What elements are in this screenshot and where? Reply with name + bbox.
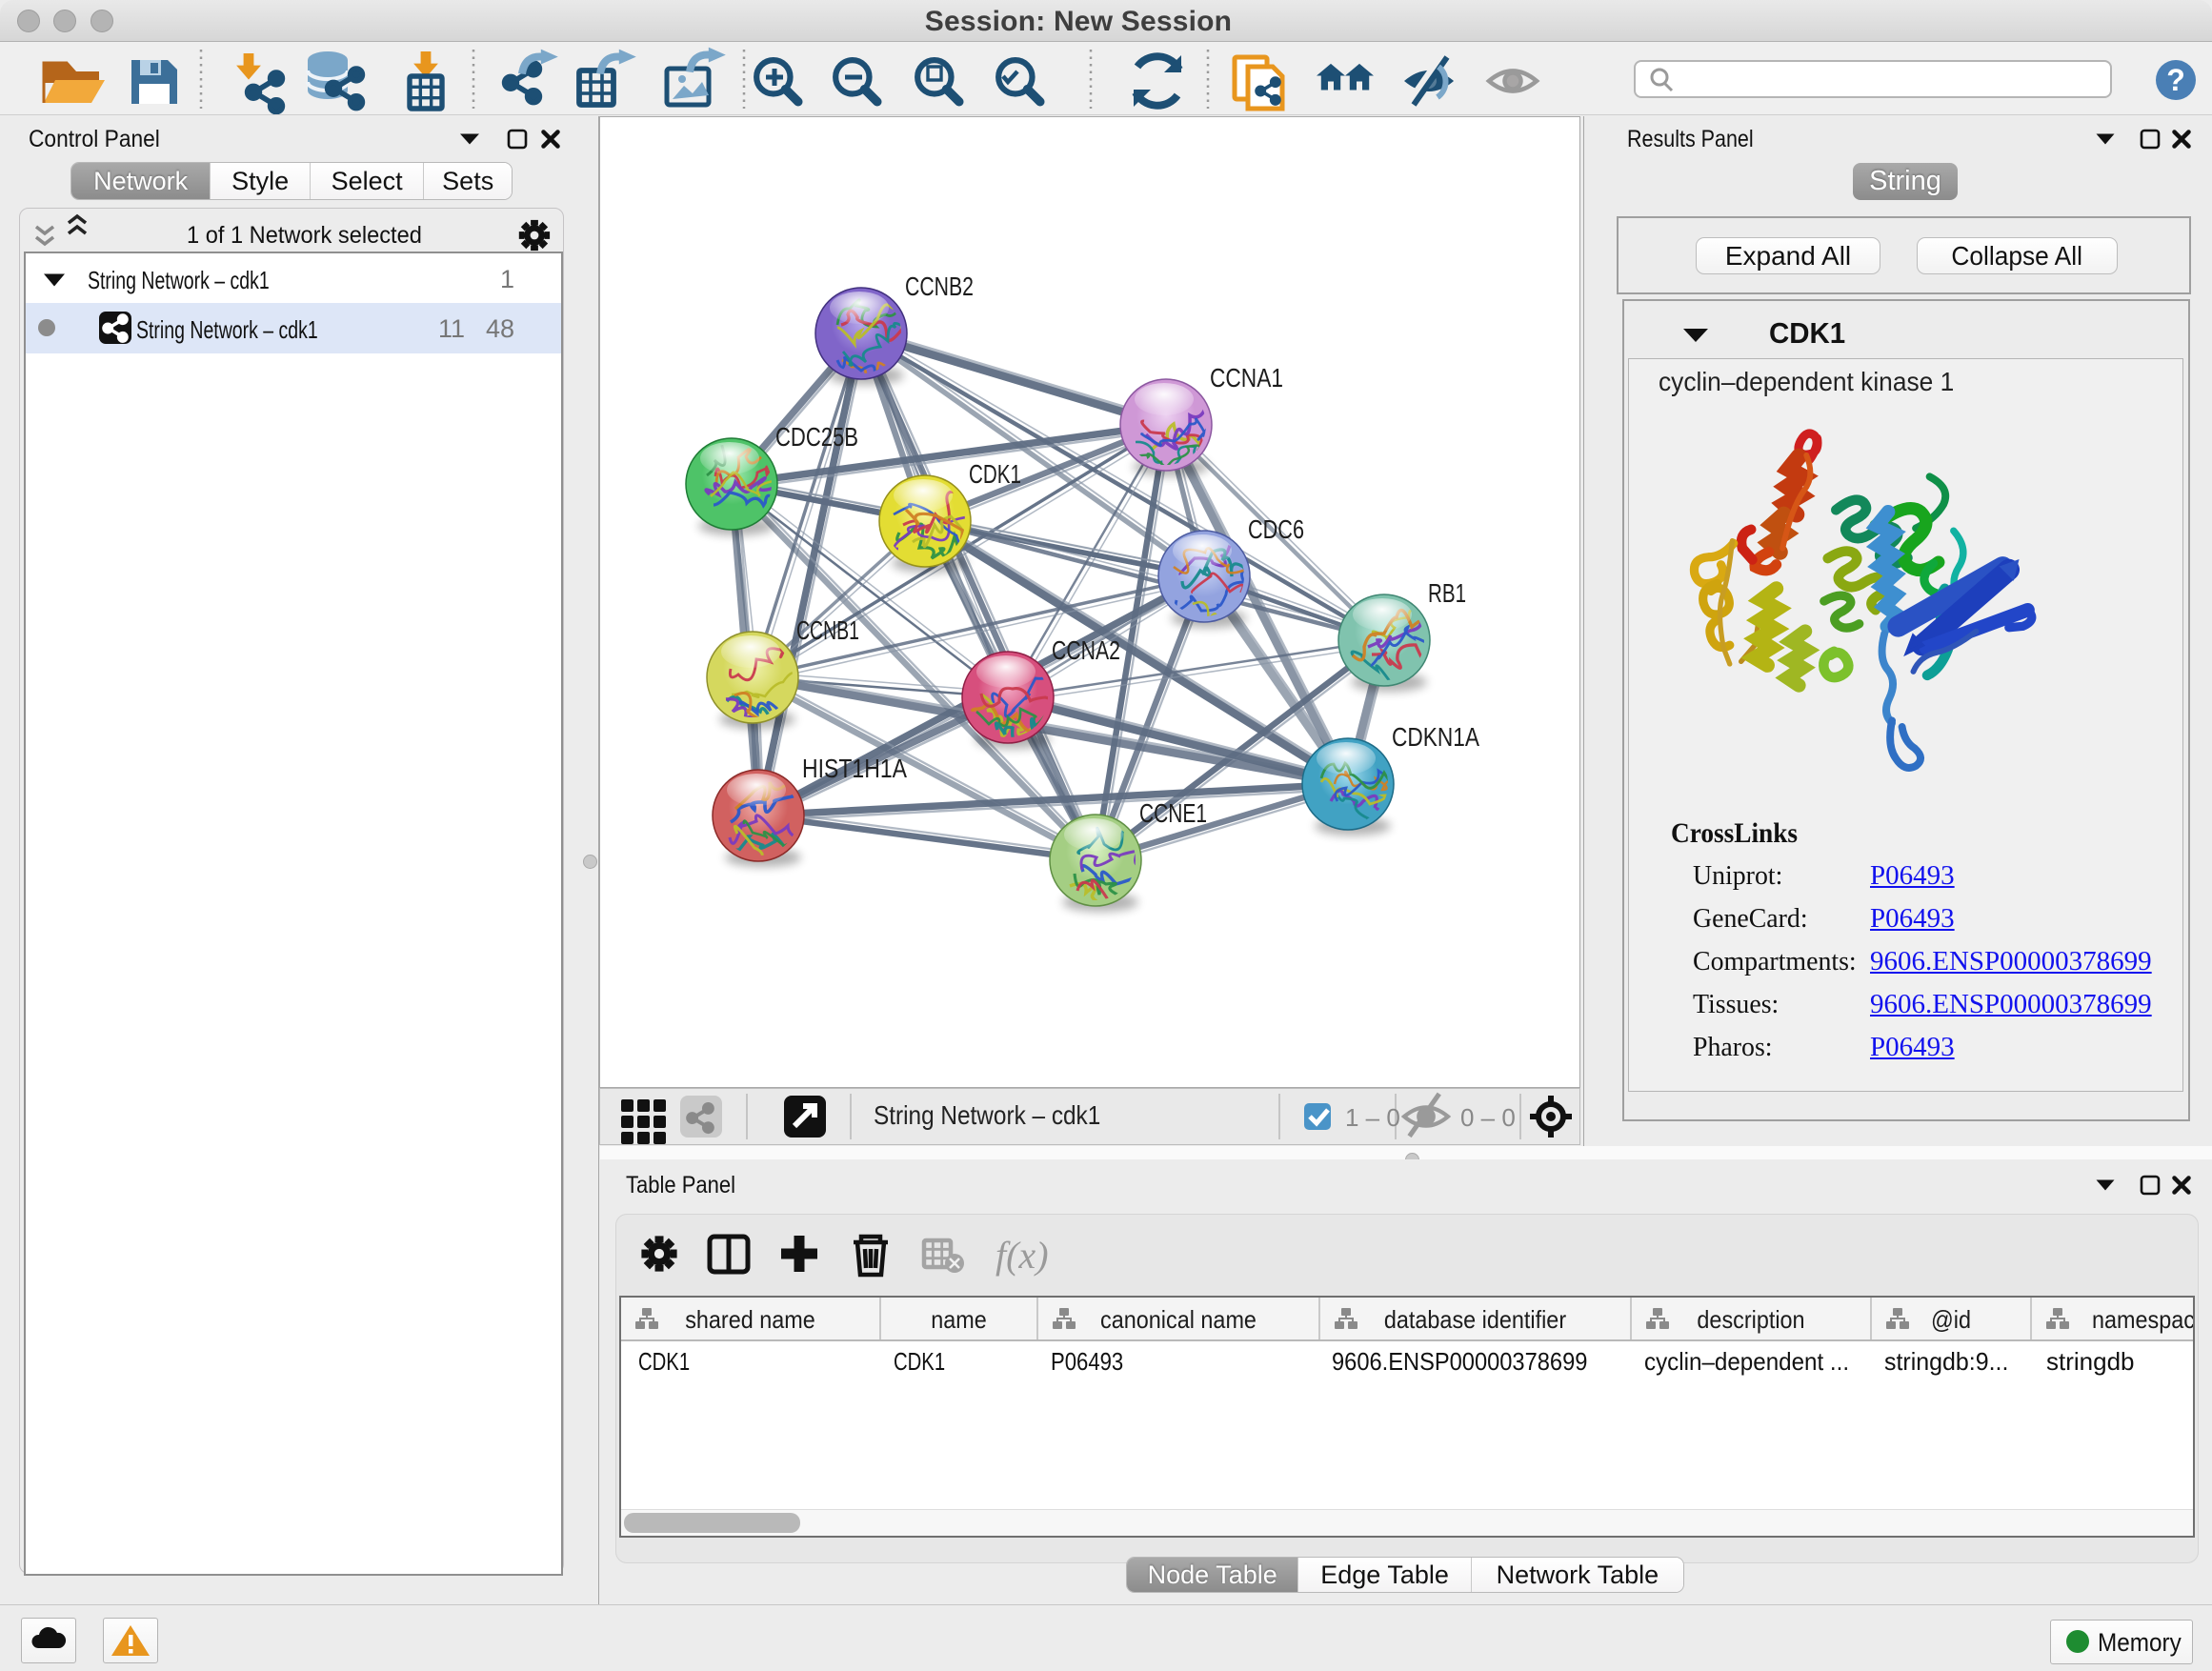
svg-text:?: ?	[2166, 63, 2185, 97]
svg-text:CDKN1A: CDKN1A	[1392, 722, 1479, 752]
svg-text:RB1: RB1	[1428, 578, 1466, 608]
svg-text:CCNA2: CCNA2	[1052, 635, 1120, 665]
svg-text:HIST1H1A: HIST1H1A	[802, 754, 907, 783]
svg-text:CDK1: CDK1	[969, 459, 1021, 489]
svg-text:CDC25B: CDC25B	[775, 422, 858, 452]
svg-text:CCNB2: CCNB2	[905, 272, 974, 301]
svg-text:f(x): f(x)	[995, 1234, 1049, 1277]
svg-text:CDC6: CDC6	[1248, 514, 1304, 544]
svg-text:CCNA1: CCNA1	[1210, 363, 1283, 393]
svg-text:CCNB1: CCNB1	[796, 615, 859, 645]
svg-text:CCNE1: CCNE1	[1139, 798, 1207, 828]
